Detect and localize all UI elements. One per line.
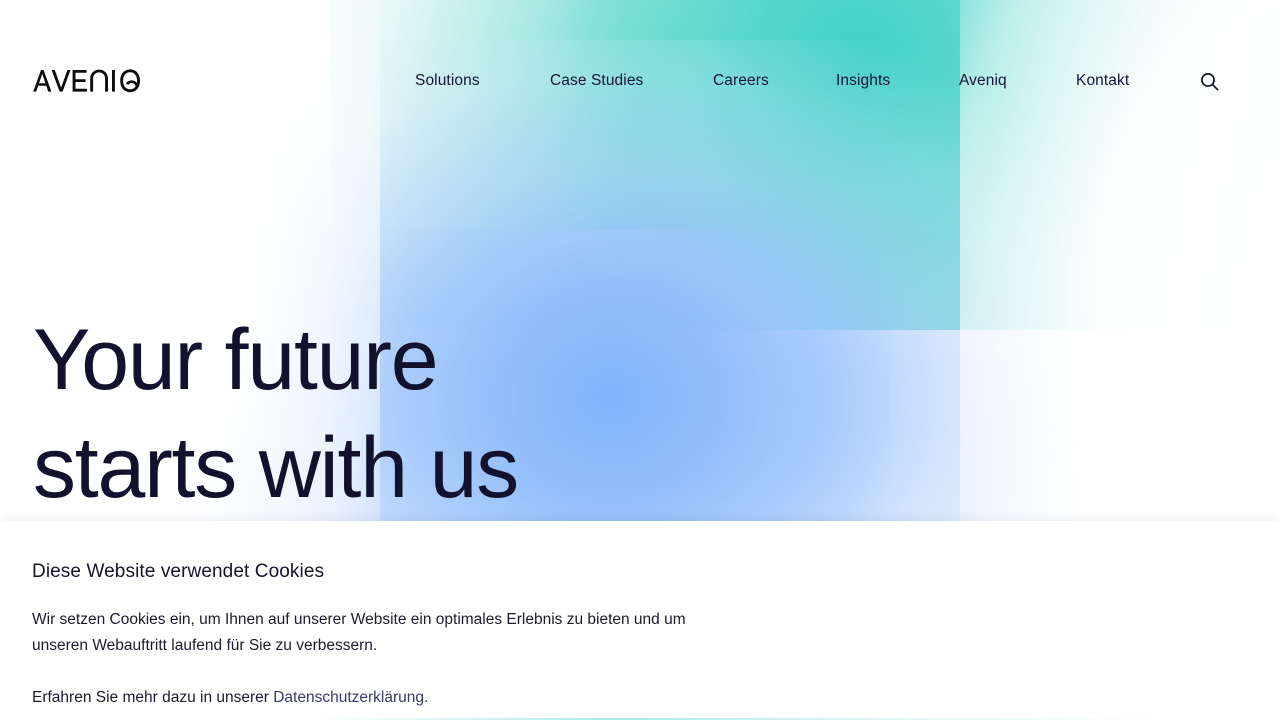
nav-item-aveniq[interactable]: Aveniq bbox=[959, 70, 1007, 92]
nav-item-insights[interactable]: Insights bbox=[836, 70, 890, 92]
cookie-banner-body: Wir setzen Cookies ein, um Ihnen auf uns… bbox=[32, 607, 732, 711]
nav-item-solutions[interactable]: Solutions bbox=[415, 70, 480, 92]
site-header: Solutions Case Studies Careers Insights … bbox=[0, 0, 1280, 162]
hero-headline: Your future starts with us bbox=[33, 312, 519, 516]
cookie-paragraph-1: Wir setzen Cookies ein, um Ihnen auf uns… bbox=[32, 611, 686, 654]
cookie-banner-title: Diese Website verwendet Cookies bbox=[32, 561, 325, 582]
cookie-paragraph-2-prefix: Erfahren Sie mehr dazu in unserer bbox=[32, 689, 274, 706]
cookie-paragraph-2: Erfahren Sie mehr dazu in unserer Datens… bbox=[32, 685, 732, 711]
main-navigation: Solutions Case Studies Careers Insights … bbox=[0, 70, 1280, 94]
nav-item-kontakt[interactable]: Kontakt bbox=[1076, 70, 1129, 92]
search-button[interactable] bbox=[1198, 70, 1220, 92]
nav-item-case-studies[interactable]: Case Studies bbox=[550, 70, 643, 92]
nav-item-careers[interactable]: Careers bbox=[713, 70, 769, 92]
cookie-banner-inner: Diese Website verwendet Cookies Wir setz… bbox=[0, 521, 1280, 720]
page-root: Solutions Case Studies Careers Insights … bbox=[0, 0, 1280, 720]
privacy-policy-link[interactable]: Datenschutzerklärung bbox=[273, 689, 424, 706]
search-icon bbox=[1200, 72, 1218, 90]
cookie-paragraph-2-suffix: . bbox=[424, 689, 429, 706]
cookie-consent-banner: Diese Website verwendet Cookies Wir setz… bbox=[0, 521, 1280, 720]
